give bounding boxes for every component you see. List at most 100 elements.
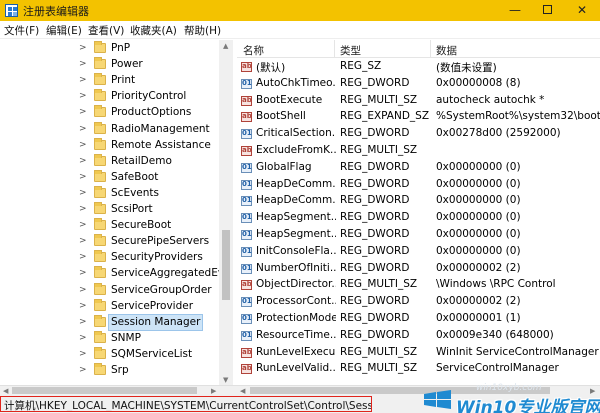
close-button[interactable]: ✕ bbox=[565, 0, 599, 21]
value-data: %SystemRoot%\system32\bootim bbox=[436, 110, 600, 123]
tree-node-label: ServiceGroupOrder bbox=[111, 283, 212, 296]
value-row[interactable]: BootShell REG_EXPAND_SZ %SystemRoot%\syste… bbox=[237, 109, 600, 126]
chevron-right-icon[interactable]: > bbox=[79, 59, 87, 69]
value-name: ObjectDirector... bbox=[256, 278, 336, 291]
tree-node[interactable]: > SafeBoot bbox=[0, 169, 218, 186]
value-row[interactable]: NumberOfIniti... REG_DWORD 0x00000002 (2) bbox=[237, 261, 600, 278]
scroll-down-icon[interactable]: ▼ bbox=[223, 376, 228, 384]
chevron-right-icon[interactable]: > bbox=[79, 188, 87, 198]
chevron-right-icon[interactable]: > bbox=[79, 75, 87, 85]
tree-node[interactable]: > Print bbox=[0, 73, 218, 89]
tree-node[interactable]: > ProductOptions bbox=[0, 105, 218, 121]
value-data: 0x00000001 (1) bbox=[436, 312, 521, 324]
chevron-right-icon[interactable]: > bbox=[79, 91, 87, 101]
column-divider[interactable] bbox=[430, 40, 431, 58]
value-row[interactable]: CriticalSection... REG_DWORD 0x00278d00 (2… bbox=[237, 126, 600, 143]
tree-vertical-scrollbar[interactable] bbox=[219, 40, 233, 385]
column-header-data[interactable]: 数据 bbox=[436, 43, 457, 58]
tree-node[interactable]: > Session Manager bbox=[0, 313, 218, 331]
folder-icon bbox=[94, 282, 106, 295]
tree-node[interactable]: > ScEvents bbox=[0, 185, 218, 202]
menu-view[interactable]: 查看(V) bbox=[88, 23, 124, 38]
chevron-right-icon[interactable]: > bbox=[79, 156, 87, 166]
value-row[interactable]: HeapSegment... REG_DWORD 0x00000000 (0) bbox=[237, 227, 600, 244]
value-data: 0x00000000 (0) bbox=[436, 160, 521, 173]
value-row[interactable]: HeapDeComm... REG_DWORD 0x00000000 (0) bbox=[237, 193, 600, 210]
value-row[interactable]: ResourceTime... REG_DWORD 0x0009e340 (6480… bbox=[237, 328, 600, 345]
value-row[interactable]: AutoChkTimeo... REG_DWORD 0x00000008 (8) bbox=[237, 76, 600, 93]
scroll-left-icon[interactable]: ◀ bbox=[240, 387, 245, 395]
tree-node[interactable]: > SQMServiceList bbox=[0, 346, 218, 363]
value-type: REG_DWORD bbox=[340, 194, 410, 207]
binary-value-icon bbox=[241, 179, 252, 190]
value-row[interactable]: BootExecute REG_MULTI_SZ autocheck autochk… bbox=[237, 93, 600, 110]
chevron-right-icon[interactable]: > bbox=[79, 333, 87, 343]
tree-node[interactable]: > RadioManagement bbox=[0, 121, 218, 138]
scroll-right-icon[interactable]: ▶ bbox=[211, 387, 216, 395]
registry-key-tree[interactable]: > PnP > Power > Print > PriorityControl > Product… bbox=[0, 40, 233, 385]
tree-node-label: RadioManagement bbox=[111, 122, 210, 135]
maximize-button[interactable] bbox=[530, 0, 564, 21]
chevron-right-icon[interactable]: > bbox=[79, 268, 87, 278]
tree-node[interactable]: > Srp bbox=[0, 363, 218, 379]
tree-scroll-thumb[interactable] bbox=[222, 230, 230, 300]
title-bar: 注册表编辑器 — ✕ bbox=[0, 0, 600, 21]
folder-icon bbox=[94, 346, 106, 359]
tree-node[interactable]: > SecurityProviders bbox=[0, 250, 218, 266]
column-divider[interactable] bbox=[334, 40, 335, 58]
chevron-right-icon[interactable]: > bbox=[79, 220, 87, 230]
current-key-path[interactable]: 计算机\HKEY_LOCAL_MACHINE\SYSTEM\CurrentCon… bbox=[0, 396, 372, 412]
chevron-right-icon[interactable]: > bbox=[79, 124, 87, 134]
tree-node[interactable]: > ServiceProvider bbox=[0, 298, 218, 315]
menu-favorites[interactable]: 收藏夹(A) bbox=[130, 23, 177, 38]
value-type: REG_MULTI_SZ bbox=[340, 93, 418, 106]
windows-logo-icon bbox=[424, 390, 451, 409]
value-row[interactable]: HeapDeComm... REG_DWORD 0x00000000 (0) bbox=[237, 177, 600, 194]
chevron-right-icon[interactable]: > bbox=[79, 301, 87, 311]
chevron-right-icon[interactable]: > bbox=[79, 140, 87, 150]
value-row[interactable]: InitConsoleFla... REG_DWORD 0x00000000 (0) bbox=[237, 244, 600, 261]
chevron-right-icon[interactable]: > bbox=[79, 43, 87, 53]
value-name: CriticalSection... bbox=[256, 127, 336, 140]
value-row[interactable]: ProcessorCont... REG_DWORD 0x00000002 (2) bbox=[237, 294, 600, 311]
column-header-type[interactable]: 类型 bbox=[340, 43, 361, 58]
value-row[interactable]: RunLevelValid... REG_MULTI_SZ ServiceContr… bbox=[237, 361, 600, 378]
tree-horizontal-scroll-thumb[interactable] bbox=[12, 387, 197, 394]
value-row[interactable]: ExcludeFromK... REG_MULTI_SZ bbox=[237, 143, 600, 160]
tree-node[interactable]: > ServiceAggregatedEver bbox=[0, 266, 232, 282]
column-header-name[interactable]: 名称 bbox=[243, 43, 264, 58]
tree-node[interactable]: > PriorityControl bbox=[0, 89, 218, 105]
chevron-right-icon[interactable]: > bbox=[79, 172, 87, 182]
chevron-right-icon[interactable]: > bbox=[79, 349, 87, 359]
value-row[interactable]: HeapSegment... REG_DWORD 0x00000000 (0) bbox=[237, 210, 600, 227]
chevron-right-icon[interactable]: > bbox=[79, 285, 87, 295]
tree-node[interactable]: > Remote Assistance bbox=[0, 137, 218, 154]
scroll-up-icon[interactable]: ▲ bbox=[223, 42, 228, 50]
tree-node[interactable]: > PnP bbox=[0, 41, 218, 57]
tree-node[interactable]: > SecureBoot bbox=[0, 218, 218, 234]
value-row[interactable]: (默认) REG_SZ (数值未设置) bbox=[237, 59, 600, 76]
menu-file[interactable]: 文件(F) bbox=[4, 23, 39, 38]
chevron-right-icon[interactable]: > bbox=[79, 236, 87, 246]
list-header: 名称 类型 数据 bbox=[237, 40, 600, 58]
chevron-right-icon[interactable]: > bbox=[79, 204, 87, 214]
tree-node[interactable]: > SecurePipeServers bbox=[0, 234, 218, 250]
minimize-button[interactable]: — bbox=[498, 0, 532, 21]
value-row[interactable]: ProtectionMode REG_DWORD 0x00000001 (1) bbox=[237, 311, 600, 328]
value-row[interactable]: GlobalFlag REG_DWORD 0x00000000 (0) bbox=[237, 160, 600, 177]
scroll-left-icon[interactable]: ◀ bbox=[3, 387, 8, 395]
menu-help[interactable]: 帮助(H) bbox=[184, 23, 221, 38]
menu-edit[interactable]: 编辑(E) bbox=[46, 23, 82, 38]
tree-node[interactable]: > ServiceGroupOrder bbox=[0, 282, 218, 299]
chevron-right-icon[interactable]: > bbox=[79, 252, 87, 262]
folder-icon bbox=[94, 266, 106, 279]
tree-node[interactable]: > RetailDemo bbox=[0, 153, 218, 170]
chevron-right-icon[interactable]: > bbox=[79, 107, 87, 117]
tree-node[interactable]: > SNMP bbox=[0, 330, 218, 347]
chevron-right-icon[interactable]: > bbox=[79, 317, 87, 327]
chevron-right-icon[interactable]: > bbox=[79, 365, 87, 375]
tree-node[interactable]: > Power bbox=[0, 57, 218, 73]
value-row[interactable]: RunLevelExecu... REG_MULTI_SZ WinInit Serv… bbox=[237, 345, 600, 362]
tree-node[interactable]: > ScsiPort bbox=[0, 202, 218, 218]
value-row[interactable]: ObjectDirector... REG_MULTI_SZ \Windows \R… bbox=[237, 277, 600, 294]
